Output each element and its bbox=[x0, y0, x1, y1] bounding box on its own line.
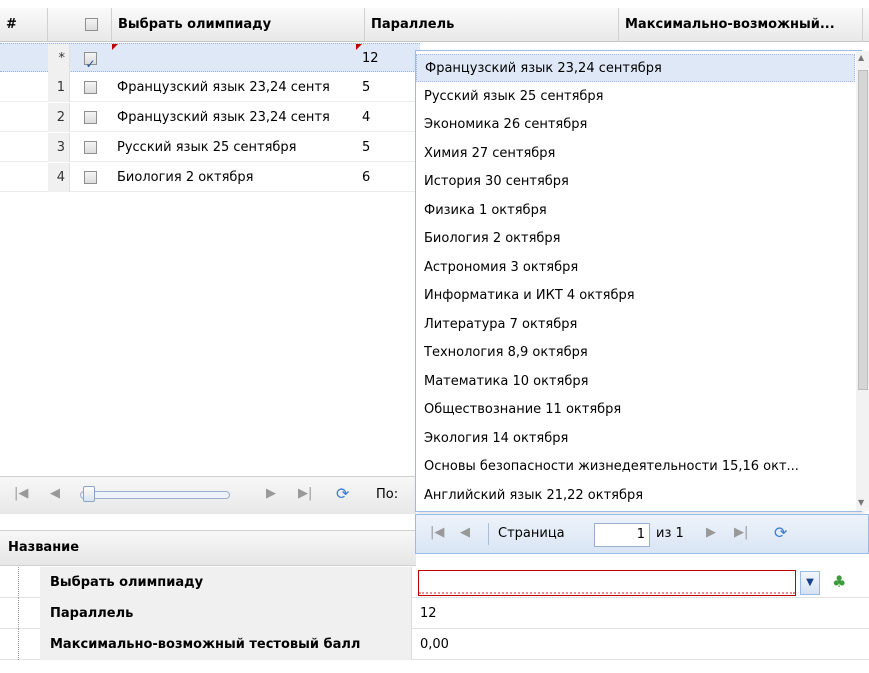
dropdown-item[interactable]: Технология 8,9 октября bbox=[416, 339, 855, 367]
row-number: 1 bbox=[48, 73, 70, 102]
column-header-select-all[interactable] bbox=[72, 8, 112, 42]
row-checkbox-cell[interactable] bbox=[72, 103, 108, 132]
column-header-number[interactable]: # bbox=[0, 8, 48, 42]
next-page-icon[interactable]: ▶ bbox=[706, 525, 716, 540]
grid-header: # Выбрать олимпиаду Параллель Максимальн… bbox=[0, 8, 869, 42]
dropdown-arrow-icon[interactable]: ▼ bbox=[800, 571, 820, 595]
row-number: 4 bbox=[48, 163, 70, 192]
refresh-icon[interactable]: ⟳ bbox=[774, 523, 787, 542]
column-header-max-score[interactable]: Максимально-возможный... bbox=[619, 8, 863, 42]
property-value[interactable]: 12 bbox=[418, 598, 437, 629]
row-checkbox-cell[interactable] bbox=[72, 44, 108, 73]
dropdown-item[interactable]: Русский язык 25 сентября bbox=[416, 83, 855, 111]
dropdown-item[interactable]: Английский язык 21,22 октября bbox=[416, 482, 855, 510]
dropdown-item[interactable]: Французский язык 23,24 сентября bbox=[416, 54, 855, 82]
dropdown-item[interactable]: История 30 сентября bbox=[416, 168, 855, 196]
property-value[interactable]: 0,00 bbox=[418, 629, 449, 660]
dropdown-item[interactable]: Основы безопасности жизнедеятельности 15… bbox=[416, 453, 855, 481]
olympiad-dropdown-list[interactable]: Французский язык 23,24 сентября Русский … bbox=[415, 50, 862, 512]
column-header-olympiad[interactable]: Выбрать олимпиаду bbox=[112, 8, 365, 42]
dropdown-item[interactable]: Химия 27 сентября bbox=[416, 140, 855, 168]
table-row[interactable]: 4 Биология 2 октября 6 bbox=[0, 163, 420, 192]
row-parallel-cell[interactable]: 4 bbox=[356, 103, 416, 132]
column-header-parallel[interactable]: Параллель bbox=[365, 8, 619, 42]
table-row[interactable]: 2 Французский язык 23,24 сентя 4 bbox=[0, 103, 420, 132]
dropdown-item[interactable]: Информатика и ИКТ 4 октября bbox=[416, 282, 855, 310]
row-number: * bbox=[48, 44, 70, 73]
row-checkbox[interactable] bbox=[83, 81, 97, 94]
property-label: Максимально-возможный тестовый балл bbox=[40, 629, 412, 660]
prev-page-icon[interactable]: ◀ bbox=[460, 525, 470, 540]
table-row-new[interactable]: * 12 bbox=[0, 43, 420, 73]
properties-header: Название bbox=[0, 530, 416, 566]
row-parallel-cell[interactable]: 5 bbox=[356, 73, 416, 102]
row-checkbox[interactable] bbox=[83, 171, 97, 184]
first-page-icon[interactable]: |◀ bbox=[430, 525, 444, 540]
dropdown-item[interactable]: Биология 2 октября bbox=[416, 225, 855, 253]
table-row[interactable]: 3 Русский язык 25 сентября 5 bbox=[0, 133, 420, 162]
olympiad-combo-input[interactable] bbox=[418, 570, 796, 596]
row-checkbox-cell[interactable] bbox=[72, 133, 108, 162]
dropdown-item[interactable]: Физика 1 октября bbox=[416, 197, 855, 225]
refresh-icon[interactable]: ⟳ bbox=[336, 484, 349, 503]
properties-title: Название bbox=[8, 540, 80, 555]
row-olympiad-cell[interactable]: Русский язык 25 сентября bbox=[112, 133, 356, 162]
grid-pager: |◀ ◀ ▶ ▶| ⟳ По: bbox=[0, 476, 416, 514]
page-of-label: из 1 bbox=[656, 526, 684, 541]
invalid-underline bbox=[419, 592, 795, 594]
tree-line bbox=[18, 598, 19, 629]
tree-line bbox=[18, 567, 19, 598]
dropdown-item[interactable]: Экология 14 октября bbox=[416, 425, 855, 453]
property-label: Выбрать олимпиаду bbox=[40, 567, 412, 598]
page-slider[interactable] bbox=[80, 486, 230, 502]
property-row-parallel[interactable]: Параллель 12 bbox=[0, 598, 869, 629]
row-number: 2 bbox=[48, 103, 70, 132]
row-olympiad-cell[interactable]: Французский язык 23,24 сентя bbox=[112, 73, 356, 102]
separator bbox=[488, 523, 489, 545]
last-page-icon[interactable]: ▶| bbox=[734, 525, 748, 540]
row-olympiad-cell[interactable] bbox=[112, 44, 356, 73]
dropdown-item[interactable]: Литература 7 октября bbox=[416, 311, 855, 339]
row-parallel-cell[interactable]: 12 bbox=[356, 44, 416, 73]
scroll-down-icon[interactable]: ▼ bbox=[858, 498, 864, 507]
apply-icon[interactable]: ♣ bbox=[832, 572, 846, 591]
scroll-up-icon[interactable]: ▲ bbox=[858, 53, 864, 62]
top-strip bbox=[0, 0, 869, 8]
page-label: Страница bbox=[498, 526, 565, 541]
dropdown-pager: |◀ ◀ Страница 1 из 1 ▶ ▶| ⟳ bbox=[415, 514, 869, 554]
row-checkbox-cell[interactable] bbox=[72, 73, 108, 102]
slider-thumb[interactable] bbox=[83, 486, 95, 502]
row-olympiad-cell[interactable]: Французский язык 23,24 сентя bbox=[112, 103, 356, 132]
dropdown-item[interactable]: Астрономия 3 октября bbox=[416, 254, 855, 282]
property-row-olympiad[interactable]: Выбрать олимпиаду ▼ ♣ bbox=[0, 567, 869, 598]
property-label: Параллель bbox=[40, 598, 412, 629]
select-all-checkbox[interactable] bbox=[85, 18, 98, 31]
dropdown-scroll-thumb[interactable] bbox=[858, 70, 868, 390]
property-row-max-score[interactable]: Максимально-возможный тестовый балл 0,00 bbox=[0, 629, 869, 660]
next-page-icon[interactable]: ▶ bbox=[266, 486, 276, 501]
last-page-icon[interactable]: ▶| bbox=[298, 486, 312, 501]
prev-page-icon[interactable]: ◀ bbox=[50, 486, 60, 501]
dropdown-item[interactable]: Математика 10 октября bbox=[416, 368, 855, 396]
row-olympiad-cell[interactable]: Биология 2 октября bbox=[112, 163, 356, 192]
table-row[interactable]: 1 Французский язык 23,24 сентя 5 bbox=[0, 73, 420, 102]
row-checkbox[interactable] bbox=[83, 50, 97, 73]
column-menu-icon[interactable] bbox=[862, 8, 869, 42]
page-size-label: По: bbox=[376, 487, 399, 502]
first-page-icon[interactable]: |◀ bbox=[14, 486, 28, 501]
dropdown-item[interactable]: Экономика 26 сентября bbox=[416, 111, 855, 139]
row-checkbox[interactable] bbox=[83, 141, 97, 154]
row-number: 3 bbox=[48, 133, 70, 162]
row-checkbox-cell[interactable] bbox=[72, 163, 108, 192]
row-checkbox[interactable] bbox=[83, 111, 97, 124]
page-number-input[interactable]: 1 bbox=[594, 523, 650, 547]
tree-line bbox=[18, 629, 19, 660]
row-parallel-cell[interactable]: 5 bbox=[356, 133, 416, 162]
dropdown-item[interactable]: Обществознание 11 октября bbox=[416, 396, 855, 424]
row-parallel-cell[interactable]: 6 bbox=[356, 163, 416, 192]
